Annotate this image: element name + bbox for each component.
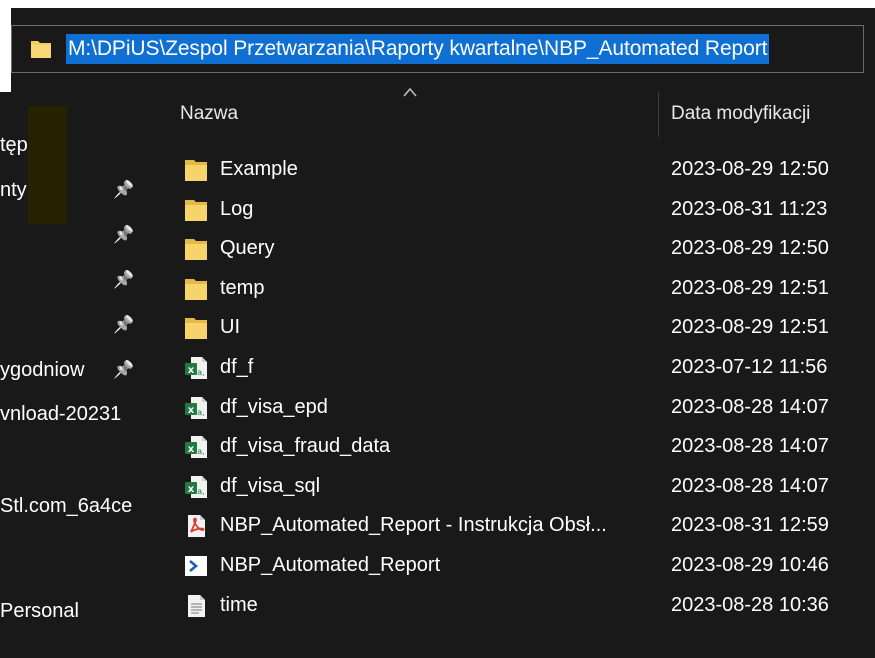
pdf-icon <box>188 515 205 537</box>
svg-text:x: x <box>188 484 195 495</box>
excel-csv-icon: x a, <box>185 436 207 458</box>
svg-text:a,: a, <box>197 408 204 417</box>
file-date: 2023-08-31 11:23 <box>671 198 828 220</box>
file-date: 2023-08-31 12:59 <box>671 514 829 536</box>
file-name: temp <box>220 277 265 299</box>
nav-highlight <box>28 106 67 224</box>
file-name: NBP_Automated_Report - Instrukcja Obsł..… <box>220 514 607 536</box>
svg-text:x: x <box>188 444 195 455</box>
file-row[interactable]: x a, df_visa_fraud_data 2023-08-28 14:07 <box>180 428 875 466</box>
file-name: Example <box>220 158 298 180</box>
folder-icon <box>185 318 207 339</box>
file-date: 2023-08-29 12:50 <box>671 158 829 180</box>
file-row[interactable]: temp 2023-08-29 12:51 <box>180 270 875 308</box>
column-header-date[interactable]: Data modyfikacji <box>671 103 810 125</box>
file-date: 2023-08-29 12:51 <box>671 316 829 338</box>
file-name: UI <box>220 316 240 338</box>
svg-text:a,: a, <box>197 368 204 377</box>
file-date: 2023-08-28 10:36 <box>671 594 829 616</box>
pin-icon[interactable]: 📌 <box>113 315 133 335</box>
file-row[interactable]: UI 2023-08-29 12:51 <box>180 309 875 347</box>
file-name: df_visa_epd <box>220 396 328 418</box>
file-date: 2023-08-29 12:50 <box>671 237 829 259</box>
file-date: 2023-08-28 14:07 <box>671 435 829 457</box>
pin-icon[interactable]: 📌 <box>113 360 133 380</box>
folder-icon <box>185 239 207 260</box>
nav-item[interactable]: ygodniow <box>0 356 85 384</box>
svg-text:a,: a, <box>197 487 204 496</box>
svg-text:x: x <box>188 365 195 376</box>
file-row[interactable]: x a, df_visa_sql 2023-08-28 14:07 <box>180 468 875 506</box>
file-name: Log <box>220 198 254 220</box>
file-row[interactable]: NBP_Automated_Report 2023-08-29 10:46 <box>180 547 875 585</box>
address-path[interactable]: M:\DPiUS\Zespol Przetwarzania\Raporty kw… <box>66 34 770 64</box>
nav-item[interactable]: Personal <box>0 597 79 625</box>
file-date: 2023-08-28 14:07 <box>671 475 829 497</box>
pin-icon[interactable]: 📌 <box>113 270 133 290</box>
nav-item[interactable]: nty <box>0 176 27 204</box>
folder-icon <box>185 279 207 300</box>
file-row[interactable]: Log 2023-08-31 11:23 <box>180 191 875 229</box>
file-row[interactable]: Example 2023-08-29 12:50 <box>180 151 875 189</box>
excel-csv-icon: x a, <box>185 476 207 498</box>
file-date: 2023-08-28 14:07 <box>671 396 829 418</box>
navigation-pane: tęp nty 📌 📌 📌 📌 ygodniow 📌 vnload-20231 Stl.com_6… <box>0 92 133 658</box>
svg-text:a,: a, <box>197 447 204 456</box>
pin-icon[interactable]: 📌 <box>113 225 133 245</box>
folder-icon <box>185 200 207 221</box>
file-name: df_visa_fraud_data <box>220 435 391 457</box>
excel-csv-icon: x a, <box>185 357 207 379</box>
file-name: NBP_Automated_Report <box>220 554 441 576</box>
file-row[interactable]: time 2023-08-28 10:36 <box>180 587 875 625</box>
file-date: 2023-08-29 12:51 <box>671 277 829 299</box>
column-header-name[interactable]: Nazwa <box>180 103 238 125</box>
excel-csv-icon: x a, <box>185 397 207 419</box>
svg-text:x: x <box>188 405 195 416</box>
file-name: df_f <box>220 356 254 378</box>
nav-item[interactable]: vnload-20231 <box>0 400 121 428</box>
file-row[interactable]: NBP_Automated_Report - Instrukcja Obsł..… <box>180 507 875 545</box>
address-bar[interactable]: M:\DPiUS\Zespol Przetwarzania\Raporty kw… <box>11 25 864 73</box>
file-name: df_visa_sql <box>220 475 321 497</box>
sort-ascending-icon <box>403 87 417 97</box>
folder-icon <box>185 160 207 181</box>
file-row[interactable]: x a, df_visa_epd 2023-08-28 14:07 <box>180 389 875 427</box>
file-name: Query <box>220 237 275 259</box>
file-date: 2023-08-29 10:46 <box>671 554 829 576</box>
text-file-icon <box>188 595 205 617</box>
file-row[interactable]: Query 2023-08-29 12:50 <box>180 230 875 268</box>
file-row[interactable]: x a, df_f 2023-07-12 11:56 <box>180 349 875 387</box>
file-date: 2023-07-12 11:56 <box>671 356 828 378</box>
file-name: time <box>220 594 258 616</box>
nav-item[interactable]: tęp <box>0 131 28 159</box>
column-divider[interactable] <box>658 92 659 137</box>
powershell-icon <box>185 556 207 576</box>
nav-item[interactable]: Stl.com_6a4ce <box>0 492 132 520</box>
folder-icon <box>31 41 51 58</box>
pin-icon[interactable]: 📌 <box>113 180 133 200</box>
